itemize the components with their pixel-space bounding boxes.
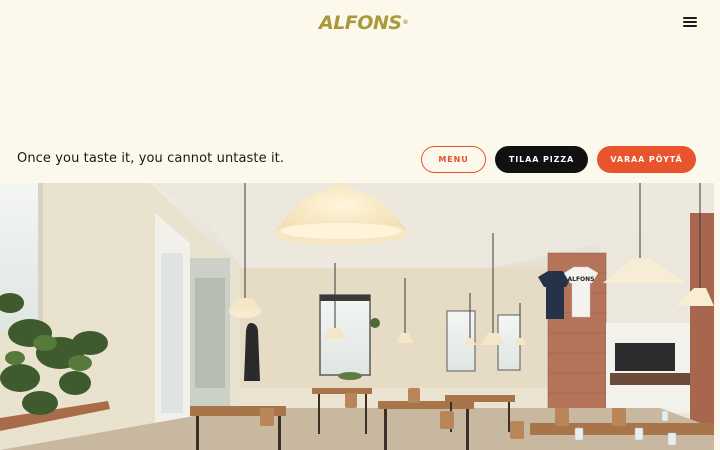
- restaurant-interior-photo: ALFONS: [0, 183, 714, 450]
- menu-line: [683, 17, 697, 19]
- book-table-button[interactable]: VARAA PÖYTÄ: [597, 146, 696, 173]
- menu-button[interactable]: MENU: [421, 146, 486, 173]
- hamburger-menu-icon[interactable]: [683, 17, 697, 29]
- logo-text: ALFONS: [319, 12, 402, 34]
- alfons-logo[interactable]: ALFONS®: [319, 12, 408, 34]
- menu-line: [683, 25, 697, 27]
- tshirt-logo-text: ALFONS: [567, 276, 594, 283]
- order-pizza-button[interactable]: TILAA PIZZA: [495, 146, 588, 173]
- registered-mark: ®: [402, 19, 409, 26]
- site-header: ALFONS®: [0, 0, 720, 46]
- menu-line: [683, 21, 697, 23]
- hero-tagline: Once you taste it, you cannot untaste it…: [17, 151, 285, 166]
